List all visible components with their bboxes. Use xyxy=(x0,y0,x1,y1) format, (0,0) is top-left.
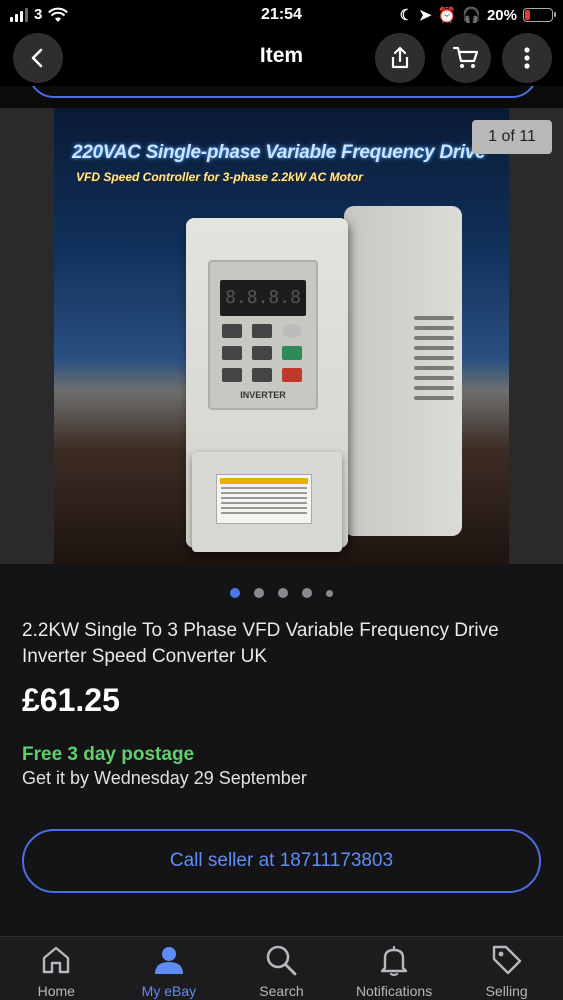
vents xyxy=(414,316,454,406)
postage-info: Free 3 day postage xyxy=(22,744,195,765)
device-label: INVERTER xyxy=(240,390,286,400)
location-icon: ➤ xyxy=(419,7,432,24)
tab-home[interactable]: Home xyxy=(0,937,113,1000)
product-photo[interactable]: 220VAC Single-phase Variable Frequency D… xyxy=(54,108,509,564)
battery-icon xyxy=(523,8,556,22)
moon-icon: ☾ xyxy=(399,7,414,24)
tab-bar: Home My eBay Search Notifications Sellin… xyxy=(0,936,563,1000)
warning-label xyxy=(216,474,312,524)
item-price: £61.25 xyxy=(22,682,120,718)
tab-label: My eBay xyxy=(141,983,197,999)
tab-my-ebay[interactable]: My eBay xyxy=(113,937,226,1000)
cart-icon xyxy=(452,46,479,68)
user-icon xyxy=(154,947,183,974)
tag-icon xyxy=(492,945,521,975)
lcd-display: 8.8.8.8 xyxy=(220,280,306,316)
image-gallery[interactable]: 220VAC Single-phase Variable Frequency D… xyxy=(0,108,563,564)
promo-title: 220VAC Single-phase Variable Frequency D… xyxy=(72,142,486,163)
delivery-date: Get it by Wednesday 29 September xyxy=(22,768,307,788)
pagination-dots[interactable] xyxy=(0,588,563,598)
battery-percent: 20% xyxy=(486,6,517,24)
image-counter: 1 of 11 xyxy=(472,120,552,154)
device-side xyxy=(344,206,462,536)
status-bar: 3 21:54 ☾ ➤ ⏰ 🎧 20% xyxy=(0,0,563,30)
call-seller-button[interactable]: Call seller at 18711173803 xyxy=(22,829,541,893)
status-right: ☾ ➤ ⏰ 🎧 20% xyxy=(399,6,556,24)
tab-notifications[interactable]: Notifications xyxy=(338,937,451,1000)
share-button[interactable] xyxy=(375,33,425,83)
headphones-icon: 🎧 xyxy=(462,7,481,24)
more-icon xyxy=(524,47,530,69)
pagination-dot[interactable] xyxy=(230,588,240,598)
home-icon xyxy=(43,946,70,974)
item-title: 2.2KW Single To 3 Phase VFD Variable Fre… xyxy=(22,620,499,667)
tab-label: Search xyxy=(259,983,304,999)
search-icon xyxy=(267,945,297,976)
previous-button-edge xyxy=(0,86,563,108)
tab-label: Notifications xyxy=(355,983,433,999)
tab-search[interactable]: Search xyxy=(225,937,338,1000)
tab-label: Selling xyxy=(485,983,528,999)
pagination-dot[interactable] xyxy=(326,589,333,597)
tab-selling[interactable]: Selling xyxy=(450,937,563,1000)
cart-button[interactable] xyxy=(441,33,491,83)
tab-label: Home xyxy=(37,983,75,999)
keypad xyxy=(222,324,302,382)
battery-fill xyxy=(525,10,531,20)
promo-subtitle: VFD Speed Controller for 3-phase 2.2kW A… xyxy=(76,170,363,184)
bell-icon xyxy=(380,945,408,977)
pagination-dot[interactable] xyxy=(254,588,264,598)
previous-button-outline[interactable] xyxy=(28,86,538,98)
more-button[interactable] xyxy=(502,33,552,83)
pagination-dot[interactable] xyxy=(302,588,312,598)
pagination-dot[interactable] xyxy=(278,588,288,598)
device-cover xyxy=(192,452,342,552)
share-icon xyxy=(391,46,409,69)
nav-bar: Item xyxy=(0,30,563,86)
control-panel: 8.8.8.8 INVERTER xyxy=(208,260,318,410)
alarm-icon: ⏰ xyxy=(437,7,457,24)
